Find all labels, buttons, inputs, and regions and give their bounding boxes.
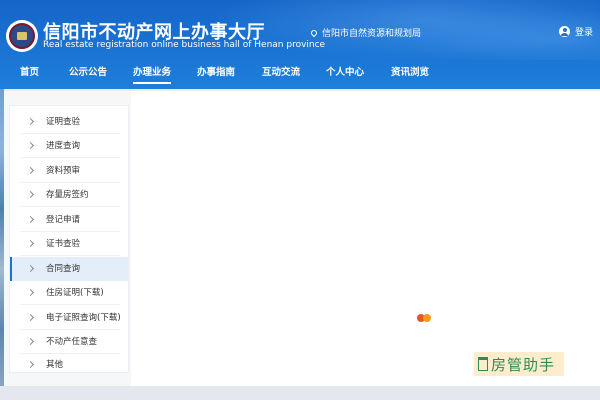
location-indicator: 信阳市自然资源和规划局 [309, 26, 422, 39]
chevron-right-icon [26, 239, 35, 248]
sidebar-item-label: 进度查询 [46, 141, 81, 151]
chevron-right-icon [26, 215, 35, 224]
divider [20, 206, 120, 207]
site-header: 信阳市不动产网上办事大厅 Real estate registration on… [0, 0, 600, 89]
page-footer-strip [0, 386, 600, 400]
sidebar-menu: 证明查验 进度查询 资料预审 存量房签约 登记申请 证书查验 合同查询 住房证明… [9, 105, 129, 373]
sidebar-item-contract-query[interactable]: 合同查询 [10, 257, 128, 281]
chevron-right-icon [26, 117, 35, 126]
sidebar-item-other[interactable]: 其他 [10, 355, 128, 373]
user-icon [559, 26, 570, 37]
login-button[interactable]: 登录 [559, 25, 593, 38]
sidebar-item-resale-contract[interactable]: 存量房签约 [10, 183, 128, 207]
sidebar-item-label: 其他 [46, 360, 64, 370]
sidebar-item-label: 登记申请 [46, 215, 81, 225]
chevron-right-icon [26, 288, 35, 297]
sidebar-item-label: 合同查询 [46, 264, 81, 274]
location-pin-icon [309, 28, 319, 37]
sidebar-item-label: 存量房签约 [46, 190, 89, 200]
main-panel: 证明查验 进度查询 资料预审 存量房签约 登记申请 证书查验 合同查询 住房证明… [4, 91, 600, 386]
watermark-badge: 房管助手 [474, 352, 564, 376]
chevron-right-icon [26, 141, 35, 150]
site-subtitle: Real estate registration online business… [43, 40, 326, 50]
sidebar-item-certificate-check[interactable]: 证书查验 [10, 232, 128, 256]
divider [20, 255, 120, 256]
sidebar-item-housing-certificate[interactable]: 住房证明(下载) [10, 281, 128, 305]
divider [20, 304, 120, 305]
divider [20, 157, 120, 158]
chevron-right-icon [26, 264, 35, 273]
sidebar-item-label: 证书查验 [46, 239, 81, 249]
content-area [131, 91, 600, 386]
location-label: 信阳市自然资源和规划局 [322, 29, 422, 39]
sidebar-item-registration-apply[interactable]: 登记申请 [10, 208, 128, 232]
watermark-text: 房管助手 [491, 355, 556, 374]
sidebar-item-label: 住房证明(下载) [46, 288, 104, 298]
sidebar-item-certificate-verify[interactable]: 证明查验 [10, 110, 128, 134]
chevron-right-icon [26, 190, 35, 199]
sidebar-item-document-precheck[interactable]: 资料预审 [10, 159, 128, 183]
nav-item-announcements[interactable]: 公示公告 [69, 64, 107, 78]
nav-item-home[interactable]: 首页 [20, 64, 39, 78]
building-icon [478, 357, 488, 371]
main-nav: 首页 公示公告 办理业务 办事指南 互动交流 个人中心 资讯浏览 [0, 60, 600, 86]
logo-emblem [9, 23, 35, 49]
chevron-right-icon [26, 360, 35, 369]
nav-item-business[interactable]: 办理业务 [133, 64, 172, 84]
sidebar-item-label: 资料预审 [46, 166, 81, 176]
chevron-right-icon [26, 166, 35, 175]
sidebar-item-property-lookup[interactable]: 不动产任意查 [10, 330, 128, 354]
login-label: 登录 [575, 28, 594, 38]
nav-item-personal-center[interactable]: 个人中心 [326, 64, 364, 78]
loading-spinner-icon [417, 313, 437, 323]
nav-item-interaction[interactable]: 互动交流 [262, 64, 300, 78]
sidebar-item-label: 不动产任意查 [46, 337, 98, 347]
divider [20, 353, 120, 354]
chevron-right-icon [26, 337, 35, 346]
sidebar-item-progress-query[interactable]: 进度查询 [10, 134, 128, 158]
loader-dot [423, 314, 431, 322]
nav-item-guide[interactable]: 办事指南 [197, 64, 235, 78]
sidebar-item-label: 证明查验 [46, 117, 81, 127]
nav-item-news[interactable]: 资讯浏览 [391, 64, 429, 78]
chevron-right-icon [26, 313, 35, 322]
sidebar-item-e-license-query[interactable]: 电子证照查询(下载) [10, 306, 128, 330]
sidebar-item-label: 电子证照查询(下载) [46, 313, 121, 323]
site-logo[interactable] [6, 20, 38, 52]
